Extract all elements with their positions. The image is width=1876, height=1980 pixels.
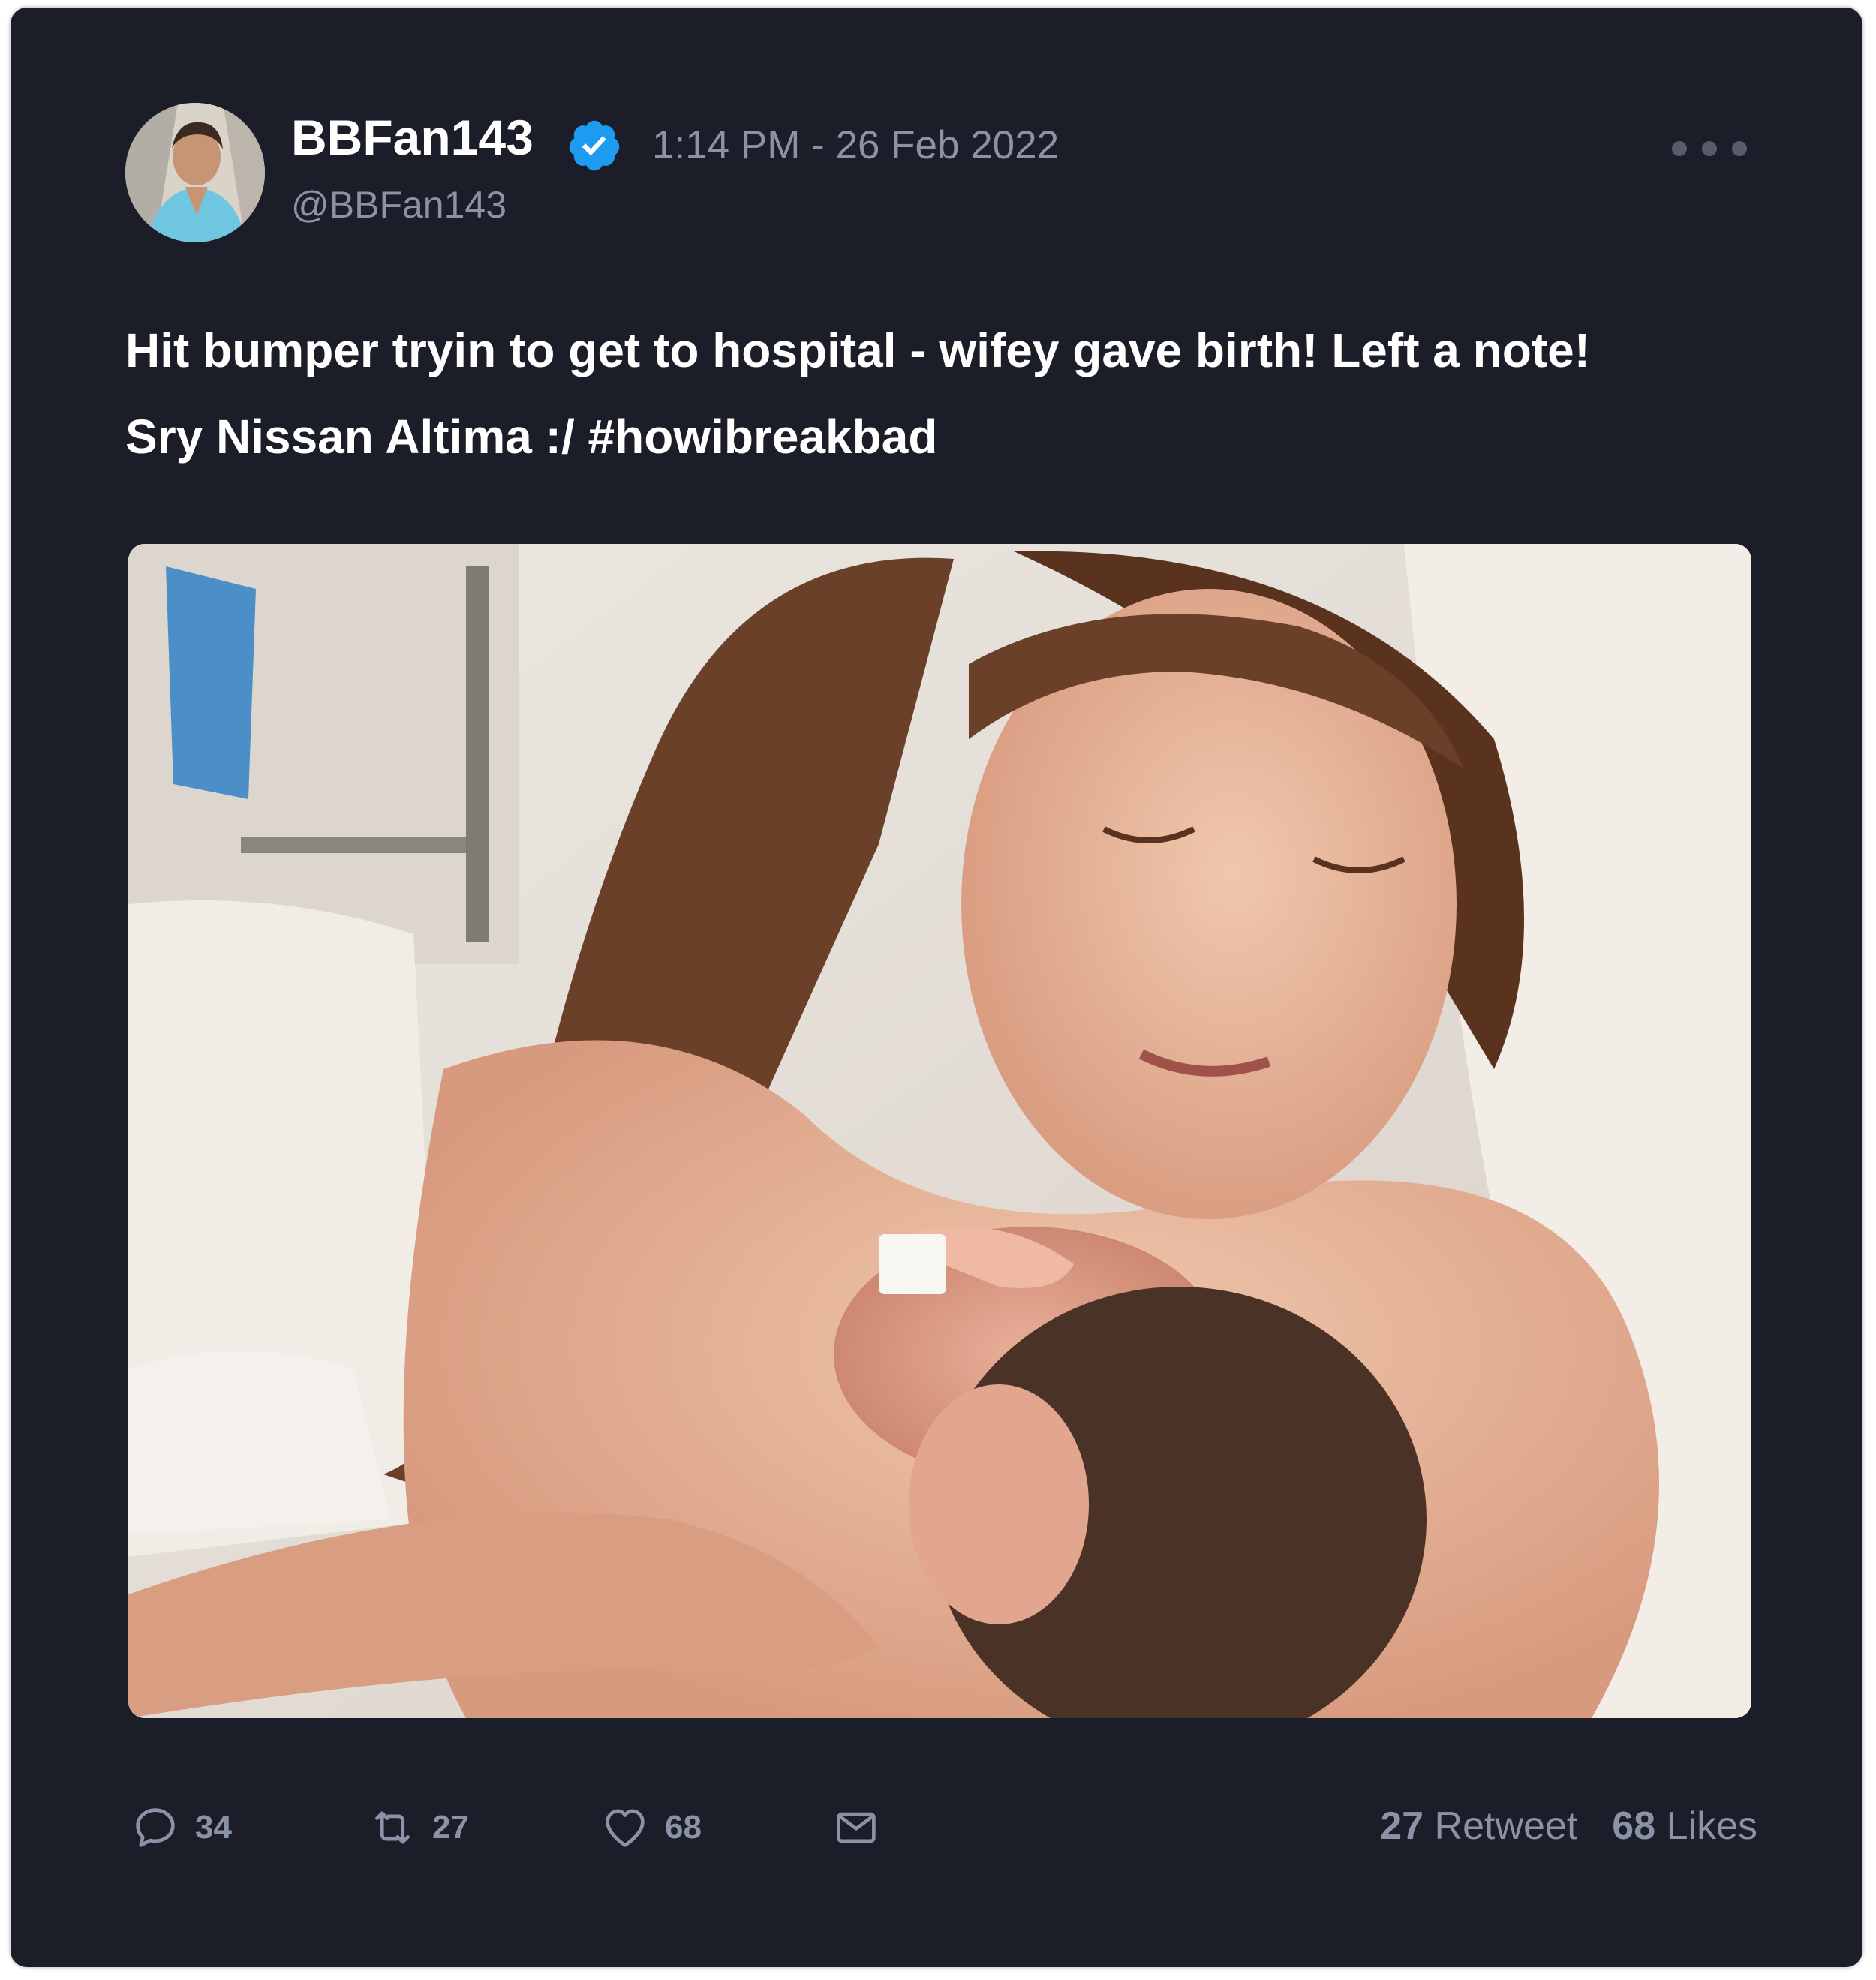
photo-image: [128, 544, 1751, 1718]
timestamp[interactable]: 1:14 PM - 26 Feb 2022: [652, 125, 1059, 165]
envelope-icon: [837, 1812, 876, 1843]
likes-stat[interactable]: 68 Likes: [1612, 1804, 1757, 1849]
more-dots-icon: [1702, 141, 1717, 156]
retweet-count: 27: [432, 1809, 469, 1846]
heart-icon: [606, 1809, 645, 1847]
avatar-image: [125, 103, 265, 242]
retweet-stat-label: Retweet: [1434, 1804, 1578, 1848]
retweet-icon: [375, 1811, 410, 1844]
tweet-media-photo[interactable]: [128, 544, 1751, 1718]
reply-count: 34: [195, 1809, 232, 1846]
more-dots-icon: [1732, 141, 1747, 156]
like-button[interactable]: 68: [600, 1798, 702, 1858]
retweet-button[interactable]: 27: [368, 1798, 469, 1858]
reply-icon: [136, 1808, 175, 1847]
tweet-stats: 27 Retweet 68 Likes: [1380, 1804, 1757, 1849]
display-name[interactable]: BBFan143: [291, 113, 534, 162]
tweet-card: BBFan143 1:14 PM - 26 Feb 2022 @BBFan143…: [11, 8, 1862, 1967]
reply-button[interactable]: 34: [131, 1798, 232, 1858]
like-count: 68: [665, 1809, 702, 1846]
more-options-button[interactable]: [1672, 141, 1747, 156]
handle[interactable]: @BBFan143: [291, 186, 507, 224]
tweet-text: Hit bumper tryin to get to hospital - wi…: [125, 323, 1591, 464]
likes-stat-number: 68: [1612, 1804, 1656, 1848]
likes-stat-label: Likes: [1666, 1804, 1757, 1848]
retweet-stat[interactable]: 27 Retweet: [1380, 1804, 1577, 1849]
more-dots-icon: [1672, 141, 1687, 156]
verified-badge-icon: [569, 120, 620, 171]
share-button[interactable]: [831, 1798, 881, 1858]
avatar[interactable]: [125, 103, 265, 242]
retweet-stat-number: 27: [1380, 1804, 1424, 1848]
